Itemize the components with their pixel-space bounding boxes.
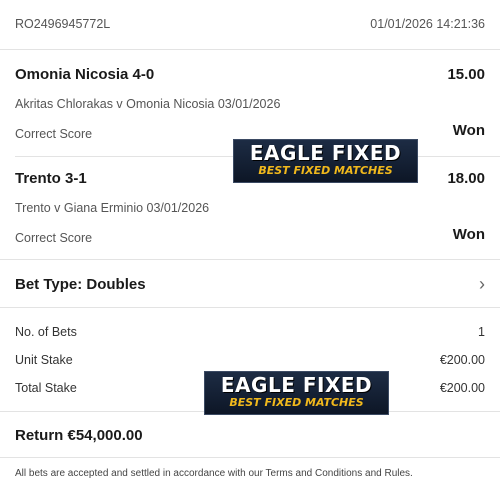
divider	[0, 259, 500, 260]
summary-row-bets: No. of Bets 1	[15, 325, 485, 339]
bet-type-label: Bet Type: Doubles	[15, 276, 146, 293]
watermark-title: EAGLE FIXED	[220, 373, 373, 397]
selection-result: Won	[452, 226, 485, 243]
selection-1-header: Omonia Nicosia 4-0 15.00	[15, 66, 485, 84]
divider	[0, 307, 500, 308]
summary-value: €200.00	[439, 381, 485, 395]
selection-odds: 15.00	[447, 66, 485, 83]
watermark-banner: EAGLE FIXED BEST FIXED MATCHES	[204, 371, 389, 415]
chevron-right-icon[interactable]: ›	[479, 274, 485, 295]
selection-market: Correct Score	[15, 231, 93, 245]
watermark-subtitle: BEST FIXED MATCHES	[229, 396, 364, 409]
summary-label: No. of Bets	[15, 325, 77, 339]
selection-event: Trento v Giana Erminio 03/01/2026	[15, 201, 210, 215]
watermark-subtitle: BEST FIXED MATCHES	[258, 164, 393, 177]
selection-market: Correct Score	[15, 127, 93, 141]
bet-header: RO2496945772L 01/01/2026 14:21:36	[15, 17, 485, 31]
summary-label: Total Stake	[15, 381, 77, 395]
selection-title: Omonia Nicosia 4-0	[15, 66, 155, 83]
selection-odds: 18.00	[447, 170, 485, 187]
selection-event: Akritas Chlorakas v Omonia Nicosia 03/01…	[15, 97, 281, 111]
bet-datetime: 01/01/2026 14:21:36	[370, 17, 485, 31]
summary-value: 1	[478, 325, 485, 339]
terms-footer: All bets are accepted and settled in acc…	[15, 468, 413, 479]
watermark-title: EAGLE FIXED	[249, 141, 402, 165]
summary-label: Unit Stake	[15, 353, 73, 367]
return-amount: Return €54,000.00	[15, 427, 143, 444]
selection-result: Won	[452, 122, 485, 139]
selection-2-market-row: Correct Score Won	[15, 226, 485, 247]
watermark-banner: EAGLE FIXED BEST FIXED MATCHES	[233, 139, 418, 183]
selection-title: Trento 3-1	[15, 170, 87, 187]
summary-row-unit-stake: Unit Stake €200.00	[15, 353, 485, 367]
summary-value: €200.00	[439, 353, 485, 367]
bet-type-row[interactable]: Bet Type: Doubles ›	[15, 274, 485, 295]
divider	[0, 49, 500, 50]
divider	[0, 457, 500, 458]
bet-reference: RO2496945772L	[15, 17, 111, 31]
